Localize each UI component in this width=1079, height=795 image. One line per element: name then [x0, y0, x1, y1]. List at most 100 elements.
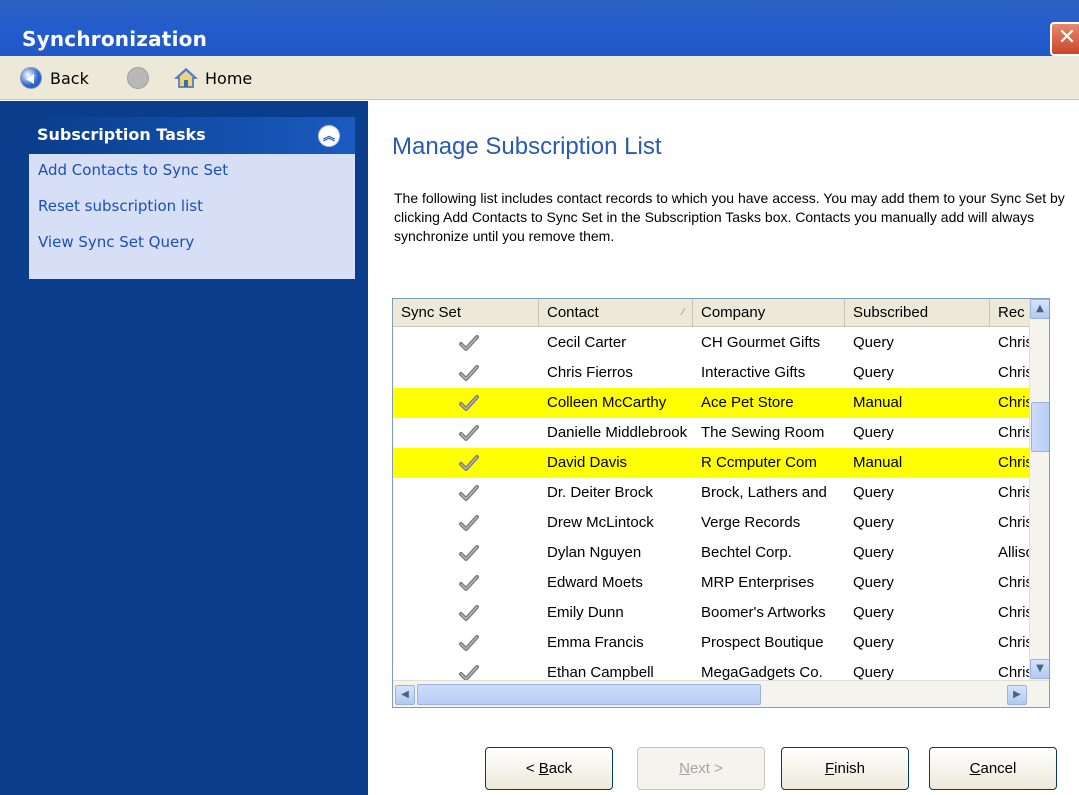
cell-subscribed: Query	[853, 664, 894, 680]
column-header-contact[interactable]: Contact ⁄	[539, 299, 693, 327]
nav-back-label: Back	[50, 68, 89, 88]
cell-subscribed: Query	[853, 544, 894, 561]
cell-contact: Dr. Deiter Brock	[547, 484, 653, 501]
cell-subscribed: Query	[853, 334, 894, 351]
cell-rec: Chris	[998, 664, 1029, 680]
table-row[interactable]: Chris Fierros Interactive Gifts Query Chris	[393, 358, 1029, 388]
cell-company: MRP Enterprises	[701, 574, 815, 591]
table-row[interactable]: Cecil Carter CH Gourmet Gifts Query Chris	[393, 328, 1029, 358]
back-button[interactable]: < Back	[485, 747, 613, 790]
btn-text: ancel	[980, 760, 1017, 777]
column-label: Company	[701, 304, 766, 321]
vertical-scroll-thumb[interactable]	[1031, 402, 1049, 452]
table-row[interactable]: Dr. Deiter Brock Brock, Lathers and Query C…	[393, 478, 1029, 508]
grid-rows: Cecil CarterCH Gourmet GiftsQueryChrisCh…	[393, 328, 1029, 680]
subscription-tasks-panel: Subscription Tasks ︽ Add Contacts to Syn…	[29, 117, 355, 364]
horizontal-scroll-thumb[interactable]	[417, 684, 761, 705]
next-button[interactable]: Next >	[637, 747, 765, 790]
subscription-tasks-header[interactable]: Subscription Tasks ︽	[29, 117, 355, 154]
nav-back-button[interactable]: Back	[20, 66, 89, 90]
home-icon	[174, 67, 198, 88]
table-row[interactable]: David Davis R Ccmputer Com Manual Chris	[393, 448, 1029, 478]
cell-rec: Chris	[998, 604, 1029, 621]
finish-button[interactable]: Finish	[781, 747, 909, 790]
checkmark-icon	[459, 575, 479, 591]
close-button[interactable]: ✕	[1050, 22, 1079, 56]
checkmark-icon	[459, 635, 479, 651]
scroll-right-icon[interactable]: ▶	[1007, 685, 1027, 705]
checkmark-icon	[459, 425, 479, 441]
cell-subscribed: Query	[853, 634, 894, 651]
cell-contact: Emma Francis	[547, 634, 644, 651]
collapse-chevron-icon[interactable]: ︽	[318, 125, 340, 147]
table-row[interactable]: Drew McLintock Verge Records Query Chris	[393, 508, 1029, 538]
cell-contact: David Davis	[547, 454, 628, 471]
cancel-button[interactable]: Cancel	[929, 747, 1057, 790]
cell-company: MegaGadgets Co.	[701, 664, 823, 680]
cell-contact: Cecil Carter	[547, 334, 627, 351]
table-row[interactable]: Danielle Middlebrook The Sewing Room Query…	[393, 418, 1029, 448]
table-row[interactable]: Ethan Campbell MegaGadgets Co. Query Chris	[393, 658, 1029, 680]
table-row[interactable]: Colleen McCarthy Ace Pet Store Manual Chris	[393, 388, 1029, 418]
back-arrow-icon	[20, 67, 42, 89]
btn-accel: B	[538, 760, 549, 777]
scroll-down-icon[interactable]: ▼	[1030, 659, 1049, 679]
vertical-scrollbar[interactable]: ▲ ▼	[1029, 299, 1049, 680]
window-title: Synchronization	[22, 27, 208, 51]
reset-subscription-link[interactable]: Reset subscription list	[38, 197, 203, 215]
cell-contact: Emily Dunn	[547, 604, 624, 621]
add-contacts-link[interactable]: Add Contacts to Sync Set	[38, 161, 228, 179]
cell-company: R Ccmputer Com	[701, 454, 817, 471]
page-description: The following list includes contact reco…	[394, 190, 1065, 244]
btn-text: <	[525, 760, 539, 777]
column-header-subscribed[interactable]: Subscribed	[845, 299, 990, 327]
checkmark-icon	[459, 545, 479, 561]
cell-contact: Danielle Middlebrook	[547, 424, 688, 441]
page-title: Manage Subscription List	[392, 133, 662, 160]
checkmark-icon	[459, 515, 479, 531]
cell-subscribed: Query	[853, 574, 894, 591]
cell-rec: Chris	[998, 574, 1029, 591]
cell-rec: Allison	[998, 544, 1029, 561]
cell-company: Prospect Boutique	[701, 634, 824, 651]
cell-rec: Chris	[998, 454, 1029, 471]
subscription-tasks-list: Add Contacts to Sync Set Reset subscript…	[29, 154, 355, 279]
cell-rec: Chris	[998, 634, 1029, 651]
cell-subscribed: Manual	[853, 454, 903, 471]
btn-text: ext >	[689, 760, 723, 777]
cell-contact: Colleen McCarthy	[547, 394, 667, 411]
table-row[interactable]: Emma Francis Prospect Boutique Query Chris	[393, 628, 1029, 658]
btn-accel: F	[824, 760, 835, 777]
cell-contact: Drew McLintock	[547, 514, 654, 531]
scroll-up-icon[interactable]: ▲	[1030, 299, 1049, 319]
scroll-left-icon[interactable]: ◀	[395, 685, 415, 705]
nav-home-button[interactable]: Home	[174, 65, 252, 91]
column-header-sync-set[interactable]: Sync Set	[393, 299, 539, 327]
table-row[interactable]: Dylan Nguyen Bechtel Corp. Query Allison	[393, 538, 1029, 568]
close-icon: ✕	[1057, 25, 1077, 50]
btn-accel: C	[969, 760, 981, 777]
btn-accel: N	[679, 760, 690, 777]
checkmark-icon	[459, 605, 479, 621]
cell-rec: Chris	[998, 424, 1029, 441]
view-sync-set-query-link[interactable]: View Sync Set Query	[38, 233, 194, 251]
checkmark-icon	[459, 335, 479, 351]
cell-subscribed: Query	[853, 484, 894, 501]
navigation-bar: Back Home	[0, 56, 1079, 100]
cell-subscribed: Query	[853, 364, 894, 381]
horizontal-scrollbar[interactable]: ◀ ▶	[393, 680, 1049, 707]
cell-rec: Chris	[998, 394, 1029, 411]
column-header-rec[interactable]: Rec	[990, 299, 1029, 327]
table-row[interactable]: Edward Moets MRP Enterprises Query Chris	[393, 568, 1029, 598]
cell-rec: Chris	[998, 484, 1029, 501]
synchronization-window: Synchronization ✕ Back Home Subscription…	[0, 0, 1079, 795]
checkmark-icon	[459, 455, 479, 471]
main-content: Manage Subscription List The following l…	[368, 101, 1079, 795]
checkmark-icon	[459, 365, 479, 381]
nav-forward-button-icon[interactable]	[127, 67, 149, 89]
table-row[interactable]: Emily Dunn Boomer's Artworks Query Chris	[393, 598, 1029, 628]
column-header-company[interactable]: Company	[693, 299, 845, 327]
cell-rec: Chris	[998, 334, 1029, 351]
cell-subscribed: Manual	[853, 394, 903, 411]
cell-subscribed: Query	[853, 514, 894, 531]
